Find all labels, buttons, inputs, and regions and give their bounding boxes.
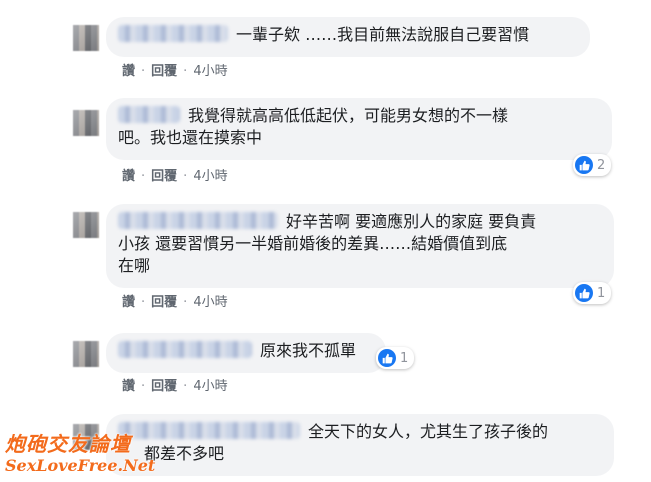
comment-text-line2: 小孩 還要習慣另一半婚前婚後的差異……結婚價值到底	[118, 234, 508, 253]
like-link[interactable]: 讚	[122, 379, 135, 394]
comment-text: 一輩子欸 ……我目前無法說服自己要習慣	[236, 25, 530, 44]
timestamp[interactable]: 4小時	[193, 169, 227, 184]
avatar[interactable]	[73, 341, 99, 367]
like-link[interactable]: 讚	[122, 169, 135, 184]
commenter-name[interactable]	[118, 106, 180, 123]
timestamp[interactable]: 4小時	[193, 379, 227, 394]
reaction-count[interactable]: 2	[573, 154, 612, 176]
comment-bubble: 原來我不孤單	[106, 333, 386, 373]
like-link[interactable]: 讚	[122, 295, 135, 310]
comment-text: 原來我不孤單	[260, 341, 357, 360]
comment-text-line1: 全天下的女人，尤其生了孩子後的	[308, 422, 549, 441]
watermark-title: 炮砲交友論壇	[5, 432, 131, 456]
reply-link[interactable]: 回覆	[151, 295, 177, 310]
comment-text-line1: 好辛苦啊 要適應別人的家庭 要負責	[286, 212, 537, 231]
comment-bubble: 一輩子欸 ……我目前無法說服自己要習慣	[106, 17, 590, 57]
commenter-name[interactable]	[118, 341, 252, 358]
comment-bubble: 我覺得就高高低低起伏，可能男女想的不一樣 吧。我也還在摸索中	[106, 98, 612, 160]
reply-link[interactable]: 回覆	[151, 379, 177, 394]
commenter-name[interactable]	[118, 25, 228, 42]
comment-text-line3: 在哪	[118, 256, 151, 275]
comment-bubble: 好辛苦啊 要適應別人的家庭 要負責 小孩 還要習慣另一半婚前婚後的差異……結婚價…	[106, 204, 614, 288]
thumbs-up-icon	[575, 156, 593, 174]
comment-actions: 讚 · 回覆 · 4小時	[122, 295, 228, 310]
thumbs-up-icon	[575, 284, 593, 302]
comment-text-line2: 都差不多吧	[144, 444, 225, 463]
reaction-number: 1	[597, 285, 606, 301]
like-link[interactable]: 讚	[122, 64, 135, 79]
timestamp[interactable]: 4小時	[193, 295, 227, 310]
thumbs-up-icon	[378, 349, 396, 367]
reaction-count[interactable]: 1	[573, 282, 612, 304]
reply-link[interactable]: 回覆	[151, 64, 177, 79]
comment-text-line1: 我覺得就高高低低起伏，可能男女想的不一樣	[188, 106, 509, 125]
reaction-number: 2	[597, 157, 606, 173]
comment-bubble: 全天下的女人，尤其生了孩子後的 都差不多吧	[106, 414, 614, 476]
avatar[interactable]	[73, 25, 99, 51]
watermark-site: SexLoveFree.Net	[5, 456, 156, 475]
comment-text-line2: 吧。我也還在摸索中	[118, 128, 263, 147]
commenter-name[interactable]	[118, 212, 278, 229]
timestamp[interactable]: 4小時	[193, 64, 227, 79]
avatar[interactable]	[73, 212, 99, 238]
avatar[interactable]	[73, 110, 99, 136]
comment-actions: 讚 · 回覆 · 4小時	[122, 64, 228, 79]
reply-link[interactable]: 回覆	[151, 169, 177, 184]
comment-actions: 讚 · 回覆 · 4小時	[122, 379, 228, 394]
reaction-number: 1	[400, 350, 409, 366]
commenter-name[interactable]	[118, 422, 300, 439]
comment-actions: 讚 · 回覆 · 4小時	[122, 169, 228, 184]
reaction-count[interactable]: 1	[376, 347, 415, 369]
